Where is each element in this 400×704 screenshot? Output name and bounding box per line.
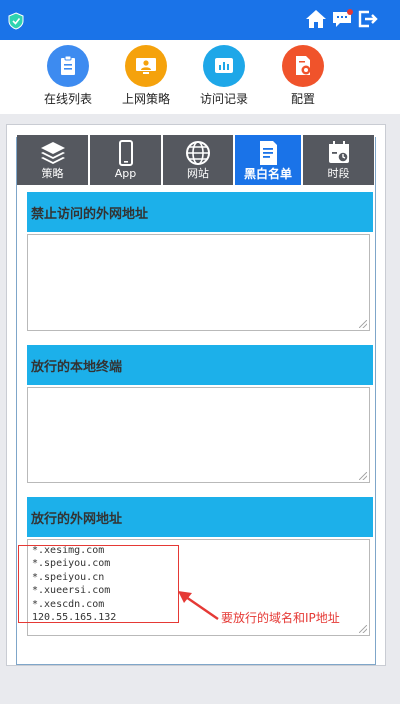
blocked-external-textarea[interactable] — [27, 234, 370, 331]
layers-icon — [40, 142, 65, 164]
nav-label: 访问记录 — [199, 92, 248, 106]
phone-icon — [118, 140, 133, 166]
annotation-text: 要放行的域名和IP地址 — [221, 611, 340, 625]
tab-policy[interactable]: 策略 — [17, 135, 90, 185]
bar-chart-icon — [203, 45, 245, 87]
nav-label: 在线列表 — [43, 92, 92, 106]
home-icon[interactable] — [304, 8, 328, 30]
gear-file-icon — [282, 45, 324, 87]
nav-access-log[interactable]: 访问记录 — [189, 45, 259, 111]
nav-label: 配置 — [290, 92, 315, 106]
section-title: 放行的本地终端 — [31, 360, 123, 375]
top-bar — [0, 0, 400, 40]
logout-icon[interactable] — [356, 8, 380, 30]
globe-icon — [186, 141, 210, 165]
tab-website[interactable]: 网站 — [163, 135, 235, 185]
tab-timeslot[interactable]: 时段 — [303, 135, 374, 185]
nav-label: 上网策略 — [121, 92, 170, 106]
annotation-highlight-box — [18, 545, 179, 623]
section-title: 禁止访问的外网地址 — [31, 207, 149, 222]
tab-label: 策略 — [41, 167, 64, 180]
user-screen-icon — [125, 45, 167, 87]
tab-label: App — [114, 167, 137, 180]
section-header-allowed-external: 放行的外网地址 — [27, 497, 373, 537]
resize-handle-icon[interactable] — [359, 472, 367, 480]
resize-handle-icon[interactable] — [359, 625, 367, 633]
nav-internet-policy[interactable]: 上网策略 — [111, 45, 181, 111]
section-title: 放行的外网地址 — [31, 512, 123, 527]
quick-nav: 在线列表 上网策略 访问记录 配置 — [0, 40, 400, 114]
calendar-clock-icon — [328, 141, 349, 163]
tab-label: 时段 — [327, 167, 350, 180]
clipboard-icon — [47, 45, 89, 87]
tab-app[interactable]: App — [90, 135, 163, 185]
shield-icon — [8, 12, 24, 30]
nav-config[interactable]: 配置 — [268, 45, 338, 111]
nav-online-list[interactable]: 在线列表 — [33, 45, 103, 111]
tab-blackwhite-list[interactable]: 黑白名单 — [235, 135, 303, 185]
tab-label: 黑白名单 — [243, 167, 292, 181]
section-header-allowed-local: 放行的本地终端 — [27, 345, 373, 385]
document-list-icon — [260, 141, 277, 165]
tab-bar: 策略 App 网站 黑白名单 时段 — [17, 135, 374, 185]
tab-label: 网站 — [187, 167, 209, 180]
message-icon[interactable] — [330, 8, 354, 30]
section-header-blocked-external: 禁止访问的外网地址 — [27, 192, 373, 232]
allowed-local-textarea[interactable] — [27, 387, 370, 483]
annotation-arrow-icon — [178, 591, 219, 620]
resize-handle-icon[interactable] — [359, 320, 367, 328]
